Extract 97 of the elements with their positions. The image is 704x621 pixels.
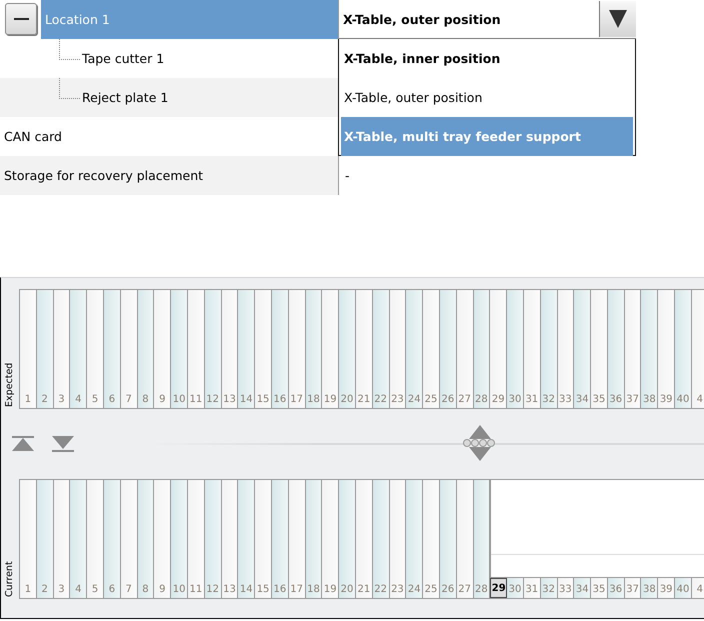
slot[interactable]: 35	[591, 290, 608, 408]
slot[interactable]: 28	[474, 480, 490, 598]
slot[interactable]: 32	[540, 290, 558, 408]
dropdown-option[interactable]: X-Table, inner position	[341, 39, 633, 78]
property-value: -	[344, 168, 350, 183]
value-dropdown[interactable]: X-Table, outer position	[339, 0, 636, 39]
slot[interactable]: 27	[456, 480, 474, 598]
slot[interactable]: 37	[624, 290, 642, 408]
slot[interactable]: 1	[20, 290, 37, 408]
slot[interactable]: 9	[154, 290, 172, 408]
dropdown-option[interactable]: X-Table, outer position	[341, 78, 633, 117]
slot[interactable]: 4	[70, 480, 88, 598]
slot[interactable]: 19	[322, 290, 340, 408]
slot[interactable]: 17	[288, 290, 306, 408]
minus-icon	[14, 18, 28, 20]
slot[interactable]: 12	[204, 290, 222, 408]
slot[interactable]: 13	[222, 480, 238, 598]
slot[interactable]: 7	[120, 480, 138, 598]
collapse-button[interactable]	[5, 3, 37, 35]
slot[interactable]: 1	[20, 480, 37, 598]
slot[interactable]: 30	[507, 290, 524, 408]
slot[interactable]: 6	[104, 480, 121, 598]
slot[interactable]: 23	[390, 480, 406, 598]
slot[interactable]: 9	[154, 480, 172, 598]
slot[interactable]: 26	[440, 290, 457, 408]
slot[interactable]: 40	[675, 578, 692, 598]
slot[interactable]: 25	[423, 290, 440, 408]
property-name[interactable]: Location 1	[41, 0, 338, 39]
slot[interactable]: 14	[238, 480, 256, 598]
property-name[interactable]: CAN card	[0, 117, 62, 156]
slot[interactable]: 6	[104, 290, 121, 408]
slot[interactable]: 38	[641, 578, 658, 598]
slot[interactable]: 34	[574, 578, 592, 598]
slot[interactable]: 17	[288, 480, 306, 598]
slot[interactable]: 16	[272, 480, 289, 598]
slot[interactable]: 38	[641, 290, 658, 408]
slot[interactable]: 29	[490, 290, 508, 408]
slot[interactable]: 18	[306, 480, 322, 598]
dropdown-option[interactable]: X-Table, multi tray feeder support	[341, 117, 633, 156]
slot[interactable]: 5	[87, 290, 104, 408]
property-name[interactable]: Tape cutter 1	[0, 39, 164, 78]
slot[interactable]: 30	[507, 578, 524, 598]
slot[interactable]: 22	[372, 480, 390, 598]
slot[interactable]: 25	[423, 480, 440, 598]
slot[interactable]: 22	[372, 290, 390, 408]
slot[interactable]: 4	[70, 290, 88, 408]
slot[interactable]: 36	[608, 578, 625, 598]
slot[interactable]: 8	[138, 480, 154, 598]
slot[interactable]: 31	[524, 290, 541, 408]
slot[interactable]: 12	[204, 480, 222, 598]
slot[interactable]: 10	[171, 290, 188, 408]
slot[interactable]: 2	[36, 290, 54, 408]
slot[interactable]: 29	[490, 578, 508, 598]
slot[interactable]: 7	[120, 290, 138, 408]
slot[interactable]: 10	[171, 480, 188, 598]
slot[interactable]: 21	[356, 480, 373, 598]
slot[interactable]: 20	[339, 480, 356, 598]
slot[interactable]: 16	[272, 290, 289, 408]
move-to-top-icon[interactable]	[11, 435, 35, 453]
slot[interactable]: 19	[322, 480, 340, 598]
slot[interactable]: 3	[54, 290, 70, 408]
slot[interactable]: 21	[356, 290, 373, 408]
slot[interactable]: 39	[658, 578, 676, 598]
slot[interactable]: 33	[558, 578, 574, 598]
slot[interactable]: 32	[540, 578, 558, 598]
slot[interactable]: 4	[692, 578, 704, 598]
move-to-bottom-icon[interactable]	[51, 435, 75, 453]
slot[interactable]: 18	[306, 290, 322, 408]
slot[interactable]: 20	[339, 290, 356, 408]
slot[interactable]: 11	[188, 480, 205, 598]
slot[interactable]: 2	[36, 480, 54, 598]
slot[interactable]: 24	[406, 480, 424, 598]
slot[interactable]: 11	[188, 290, 205, 408]
slot[interactable]: 34	[574, 290, 592, 408]
slot[interactable]: 4	[692, 290, 704, 408]
slot[interactable]: 13	[222, 290, 238, 408]
slot[interactable]: 31	[524, 578, 541, 598]
slot[interactable]: 37	[624, 578, 642, 598]
slot[interactable]: 8	[138, 290, 154, 408]
slot[interactable]: 39	[658, 290, 676, 408]
slot[interactable]: 15	[255, 290, 272, 408]
slot[interactable]: 15	[255, 480, 272, 598]
slot[interactable]: 5	[87, 480, 104, 598]
slot[interactable]: 27	[456, 290, 474, 408]
slot[interactable]: 28	[474, 290, 490, 408]
slot[interactable]: 24	[406, 290, 424, 408]
slot[interactable]: 3	[54, 480, 70, 598]
slot[interactable]: 36	[608, 290, 625, 408]
slot[interactable]: 14	[238, 290, 256, 408]
slot[interactable]: 23	[390, 290, 406, 408]
slot[interactable]: 35	[591, 578, 608, 598]
row-label: Expected	[3, 362, 16, 407]
slot[interactable]: 33	[558, 290, 574, 408]
slot[interactable]: 26	[440, 480, 457, 598]
slot[interactable]: 40	[675, 290, 692, 408]
dropdown-button[interactable]	[599, 1, 636, 37]
row-label: Current	[3, 561, 16, 597]
